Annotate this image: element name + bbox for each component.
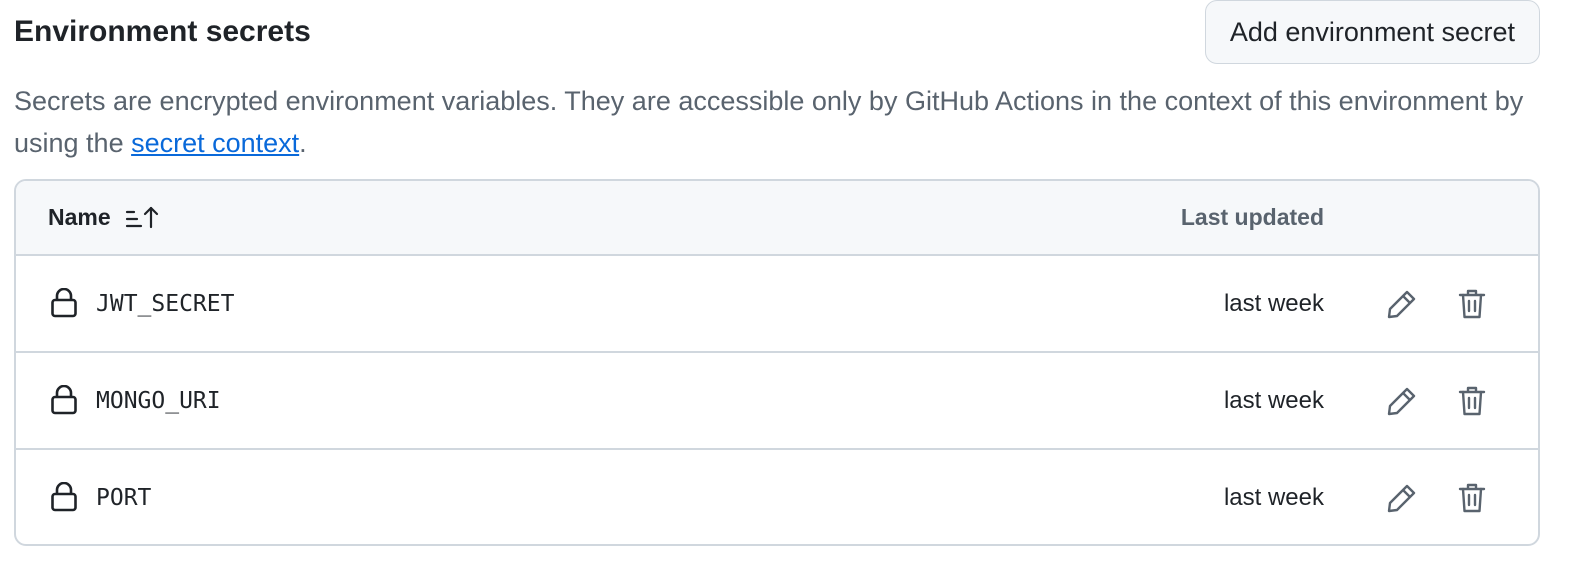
lock-icon [50, 287, 78, 318]
last-updated-column-header: Last updated [1180, 204, 1324, 230]
table-row: JWT_SECRET last week [16, 256, 1538, 353]
description: Secrets are encrypted environment variab… [14, 80, 1534, 164]
table-row: PORT last week [16, 450, 1538, 544]
secret-name: PORT [96, 485, 152, 511]
last-updated-value: last week [1223, 290, 1324, 317]
page-header: Environment secrets Add environment secr… [14, 0, 1540, 66]
trash-icon[interactable] [1452, 284, 1492, 324]
trash-icon[interactable] [1452, 478, 1492, 518]
secret-name: MONGO_URI [96, 388, 221, 414]
secret-context-link[interactable]: secret context [131, 128, 299, 158]
pencil-icon[interactable] [1382, 478, 1422, 518]
lock-icon [50, 481, 78, 512]
secret-name: JWT_SECRET [96, 291, 235, 317]
description-period: . [299, 128, 307, 158]
table-header: Name Last updated [16, 181, 1538, 256]
lock-icon [50, 384, 78, 415]
secrets-table: Name Last updated JWT_SECRET last week M… [14, 179, 1540, 546]
add-environment-secret-button[interactable]: Add environment secret [1204, 0, 1540, 64]
sort-ascending-icon[interactable] [125, 205, 159, 231]
last-updated-value: last week [1223, 484, 1324, 511]
name-column-header[interactable]: Name [48, 181, 159, 254]
pencil-icon[interactable] [1382, 381, 1422, 421]
name-column-label: Name [48, 204, 111, 230]
last-updated-value: last week [1223, 387, 1324, 414]
trash-icon[interactable] [1452, 381, 1492, 421]
pencil-icon[interactable] [1382, 284, 1422, 324]
table-row: MONGO_URI last week [16, 353, 1538, 450]
page-title: Environment secrets [14, 15, 311, 48]
